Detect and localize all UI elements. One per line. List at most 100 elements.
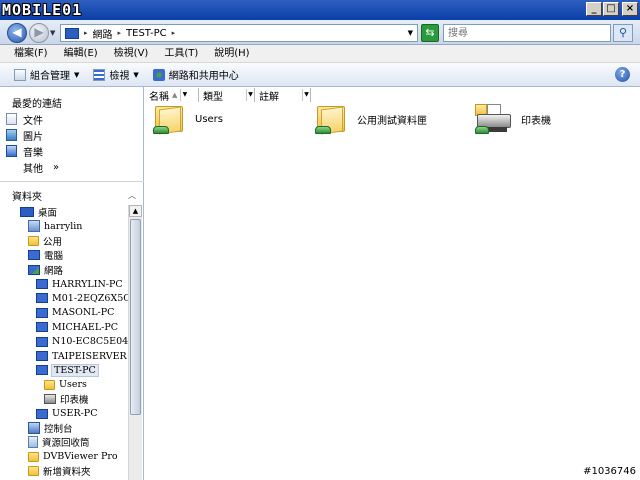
computer-icon: [36, 307, 48, 318]
computer-icon: [28, 250, 40, 261]
tree-item[interactable]: N10-EC8C5E048B3: [36, 335, 128, 349]
favorite-pictures[interactable]: 圖片: [6, 127, 59, 143]
favorite-more[interactable]: 其他 »: [6, 159, 59, 175]
tree-item[interactable]: 電腦: [28, 248, 63, 262]
favorite-more-label: 其他: [23, 163, 43, 175]
views-button[interactable]: 檢視 ▼: [87, 67, 146, 82]
tree-item[interactable]: 公用: [28, 234, 62, 248]
column-headers: 名稱 ▲ ▼ 類型 ▼ 註解 ▼: [145, 88, 311, 103]
column-type[interactable]: 類型 ▼: [199, 88, 255, 103]
tree-item-label: 資源回收筒: [42, 438, 90, 450]
maximize-button[interactable]: □: [603, 2, 619, 16]
tree-item-label: 公用: [43, 236, 63, 248]
column-filter-icon[interactable]: ▼: [180, 89, 188, 101]
search-input[interactable]: [443, 24, 611, 42]
window-controls: _ □ ×: [586, 2, 638, 16]
tree-item-label: 控制台: [44, 424, 73, 435]
pictures-icon: [6, 129, 17, 141]
tree-item[interactable]: TAIPEISERVER: [36, 349, 127, 363]
favorite-music[interactable]: 音樂: [6, 143, 59, 159]
tree-item[interactable]: TEST-PC: [36, 363, 99, 377]
tree-item[interactable]: MASONL-PC: [36, 306, 114, 320]
tree-item-label: MASONL-PC: [52, 307, 115, 319]
tree-item-label: USER-PC: [52, 408, 98, 420]
tree-item[interactable]: 印表機: [44, 392, 89, 406]
breadcrumb-arrow-icon[interactable]: ▸: [118, 29, 122, 37]
organize-icon: [14, 68, 26, 81]
file-item-public-test[interactable]: 公用測試資料匣: [315, 101, 427, 137]
folders-header: 資料夾: [12, 191, 42, 203]
file-list-pane: 名稱 ▲ ▼ 類型 ▼ 註解 ▼ Users 公用測試資料匣 印表機: [145, 87, 640, 480]
file-item-printers[interactable]: 印表機: [475, 101, 551, 137]
folder-tree: 桌面harrylin 公用電腦網路HARRYLIN-PC M01-2EQZ6X5O1…: [0, 205, 128, 480]
breadcrumb-test-pc[interactable]: TEST-PC: [126, 28, 167, 39]
title-bar: MOBILE01 _ □ ×: [0, 0, 640, 20]
tree-item[interactable]: 網路: [28, 263, 63, 277]
scroll-up-icon[interactable]: ▲: [129, 205, 142, 217]
tree-item-label: 新增資料夾: [43, 467, 91, 479]
address-field[interactable]: ▸ 網路 ▸ TEST-PC ▸ ▼: [60, 24, 418, 42]
breadcrumb-arrow-icon[interactable]: ▸: [84, 29, 88, 37]
folder-icon: [44, 379, 55, 390]
menu-edit[interactable]: 編輯(E): [56, 46, 106, 62]
desktop-icon: [20, 207, 34, 217]
network-center-button[interactable]: 網路和共用中心: [147, 67, 245, 82]
back-button[interactable]: ◀: [7, 23, 27, 43]
menu-help[interactable]: 說明(H): [206, 46, 257, 62]
tree-item-label: MICHAEL-PC: [52, 321, 119, 333]
tree-item[interactable]: USER-PC: [36, 407, 97, 421]
tree-item-label: N10-EC8C5E048B3: [52, 336, 128, 348]
tree-item-label: TAIPEISERVER: [52, 350, 127, 362]
search-icon[interactable]: ⚲: [613, 24, 633, 42]
tree-item-label: DVBViewer Pro: [43, 451, 118, 463]
recent-pages-dropdown-icon[interactable]: ▼: [50, 29, 55, 37]
tree-item[interactable]: 控制台: [28, 421, 73, 435]
help-icon[interactable]: ?: [615, 67, 630, 82]
shared-folder-icon: [315, 104, 349, 135]
tree-item[interactable]: HARRYLIN-PC: [36, 277, 123, 291]
scroll-thumb[interactable]: [130, 219, 141, 415]
breadcrumb-network[interactable]: 網路: [93, 26, 113, 41]
breadcrumb-arrow-icon[interactable]: ▸: [172, 29, 176, 37]
refresh-button[interactable]: ⇆: [421, 24, 439, 42]
column-comment[interactable]: 註解 ▼: [255, 88, 311, 103]
menu-file[interactable]: 檔案(F): [6, 46, 56, 62]
tree-item-label: 電腦: [44, 251, 64, 263]
favorite-documents[interactable]: 文件: [6, 111, 59, 127]
file-name: Users: [195, 113, 224, 125]
tree-item[interactable]: DVBViewer Pro: [28, 450, 118, 464]
views-label: 檢視: [109, 71, 130, 82]
control-panel-icon: [28, 422, 40, 434]
column-name[interactable]: 名稱 ▲ ▼: [145, 88, 199, 103]
address-bar: ◀ ▶ ▼ ▸ 網路 ▸ TEST-PC ▸ ▼ ⇆ ⚲: [0, 20, 640, 45]
minimize-button[interactable]: _: [586, 2, 602, 16]
tree-item[interactable]: 新增資料夾: [28, 464, 91, 478]
menu-tools[interactable]: 工具(T): [156, 46, 206, 62]
file-item-users[interactable]: Users: [153, 101, 223, 137]
tree-item[interactable]: Users: [44, 378, 87, 392]
documents-icon: [6, 113, 17, 125]
column-filter-icon[interactable]: ▼: [302, 89, 310, 101]
chevron-up-icon[interactable]: ︿: [128, 190, 136, 201]
tree-item[interactable]: 桌面: [20, 205, 57, 219]
favorite-label: 文件: [23, 115, 43, 127]
menu-view[interactable]: 檢視(V): [106, 46, 157, 62]
tree-item[interactable]: harrylin: [28, 219, 82, 233]
network-icon: [28, 264, 40, 275]
tree-item[interactable]: MICHAEL-PC: [36, 320, 118, 334]
address-dropdown-icon[interactable]: ▼: [408, 29, 413, 37]
favorites-header: 最愛的連結: [12, 99, 62, 110]
tree-item[interactable]: 資源回收筒: [28, 435, 90, 449]
computer-icon: [36, 365, 48, 376]
favorites-list: 文件 圖片 音樂 其他 »: [6, 111, 59, 175]
tree-item[interactable]: M01-2EQZ6X5O1M: [36, 291, 128, 305]
folders-header-bar[interactable]: 資料夾 ︿: [0, 186, 144, 204]
forward-button[interactable]: ▶: [29, 23, 49, 43]
tree-scrollbar[interactable]: ▲: [128, 205, 142, 480]
close-button[interactable]: ×: [622, 2, 638, 16]
column-filter-icon[interactable]: ▼: [246, 89, 254, 101]
sort-up-icon: ▲: [172, 91, 178, 99]
recycle-bin-icon: [28, 436, 38, 449]
folder-icon: [28, 235, 39, 246]
organize-button[interactable]: 組合管理 ▼: [8, 67, 87, 82]
